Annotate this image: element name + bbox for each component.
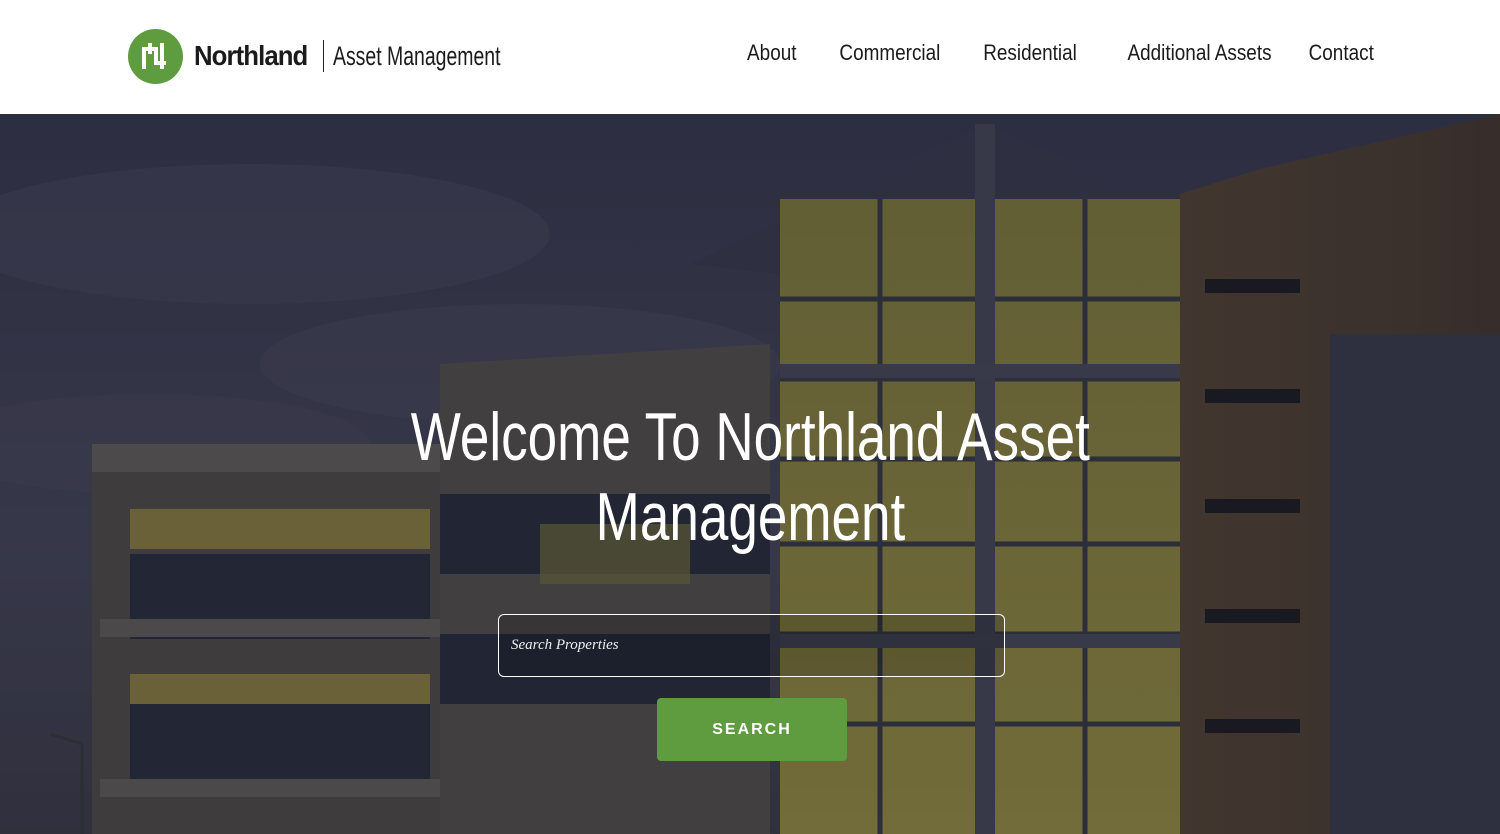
logo[interactable]: Northland Asset Management (128, 28, 566, 84)
brand-subtitle: Asset Management (333, 40, 501, 71)
hero-section: Welcome To Northland Asset Management SE… (0, 114, 1500, 834)
brand-name: Northland (194, 40, 308, 71)
search-properties-input[interactable] (499, 615, 1004, 676)
logo-divider (323, 40, 325, 72)
nav-item-about[interactable]: About (747, 40, 796, 66)
nav-item-additional-assets[interactable]: Additional Assets (1127, 40, 1271, 66)
hero-title: Welcome To Northland Asset Management (300, 397, 1200, 557)
search-box (498, 614, 1005, 677)
nav-item-contact[interactable]: Contact (1309, 40, 1374, 66)
nav-item-residential[interactable]: Residential (983, 40, 1077, 66)
site-header: Northland Asset Management About Commerc… (0, 0, 1500, 114)
main-nav: About Commercial Residential Additional … (712, 40, 1374, 66)
hero-title-line-2: Management (595, 479, 905, 555)
northland-logo-mark-icon (128, 28, 183, 84)
search-button[interactable]: SEARCH (657, 698, 847, 761)
nav-item-commercial[interactable]: Commercial (840, 40, 941, 66)
hero-title-line-1: Welcome To Northland Asset (410, 399, 1090, 475)
